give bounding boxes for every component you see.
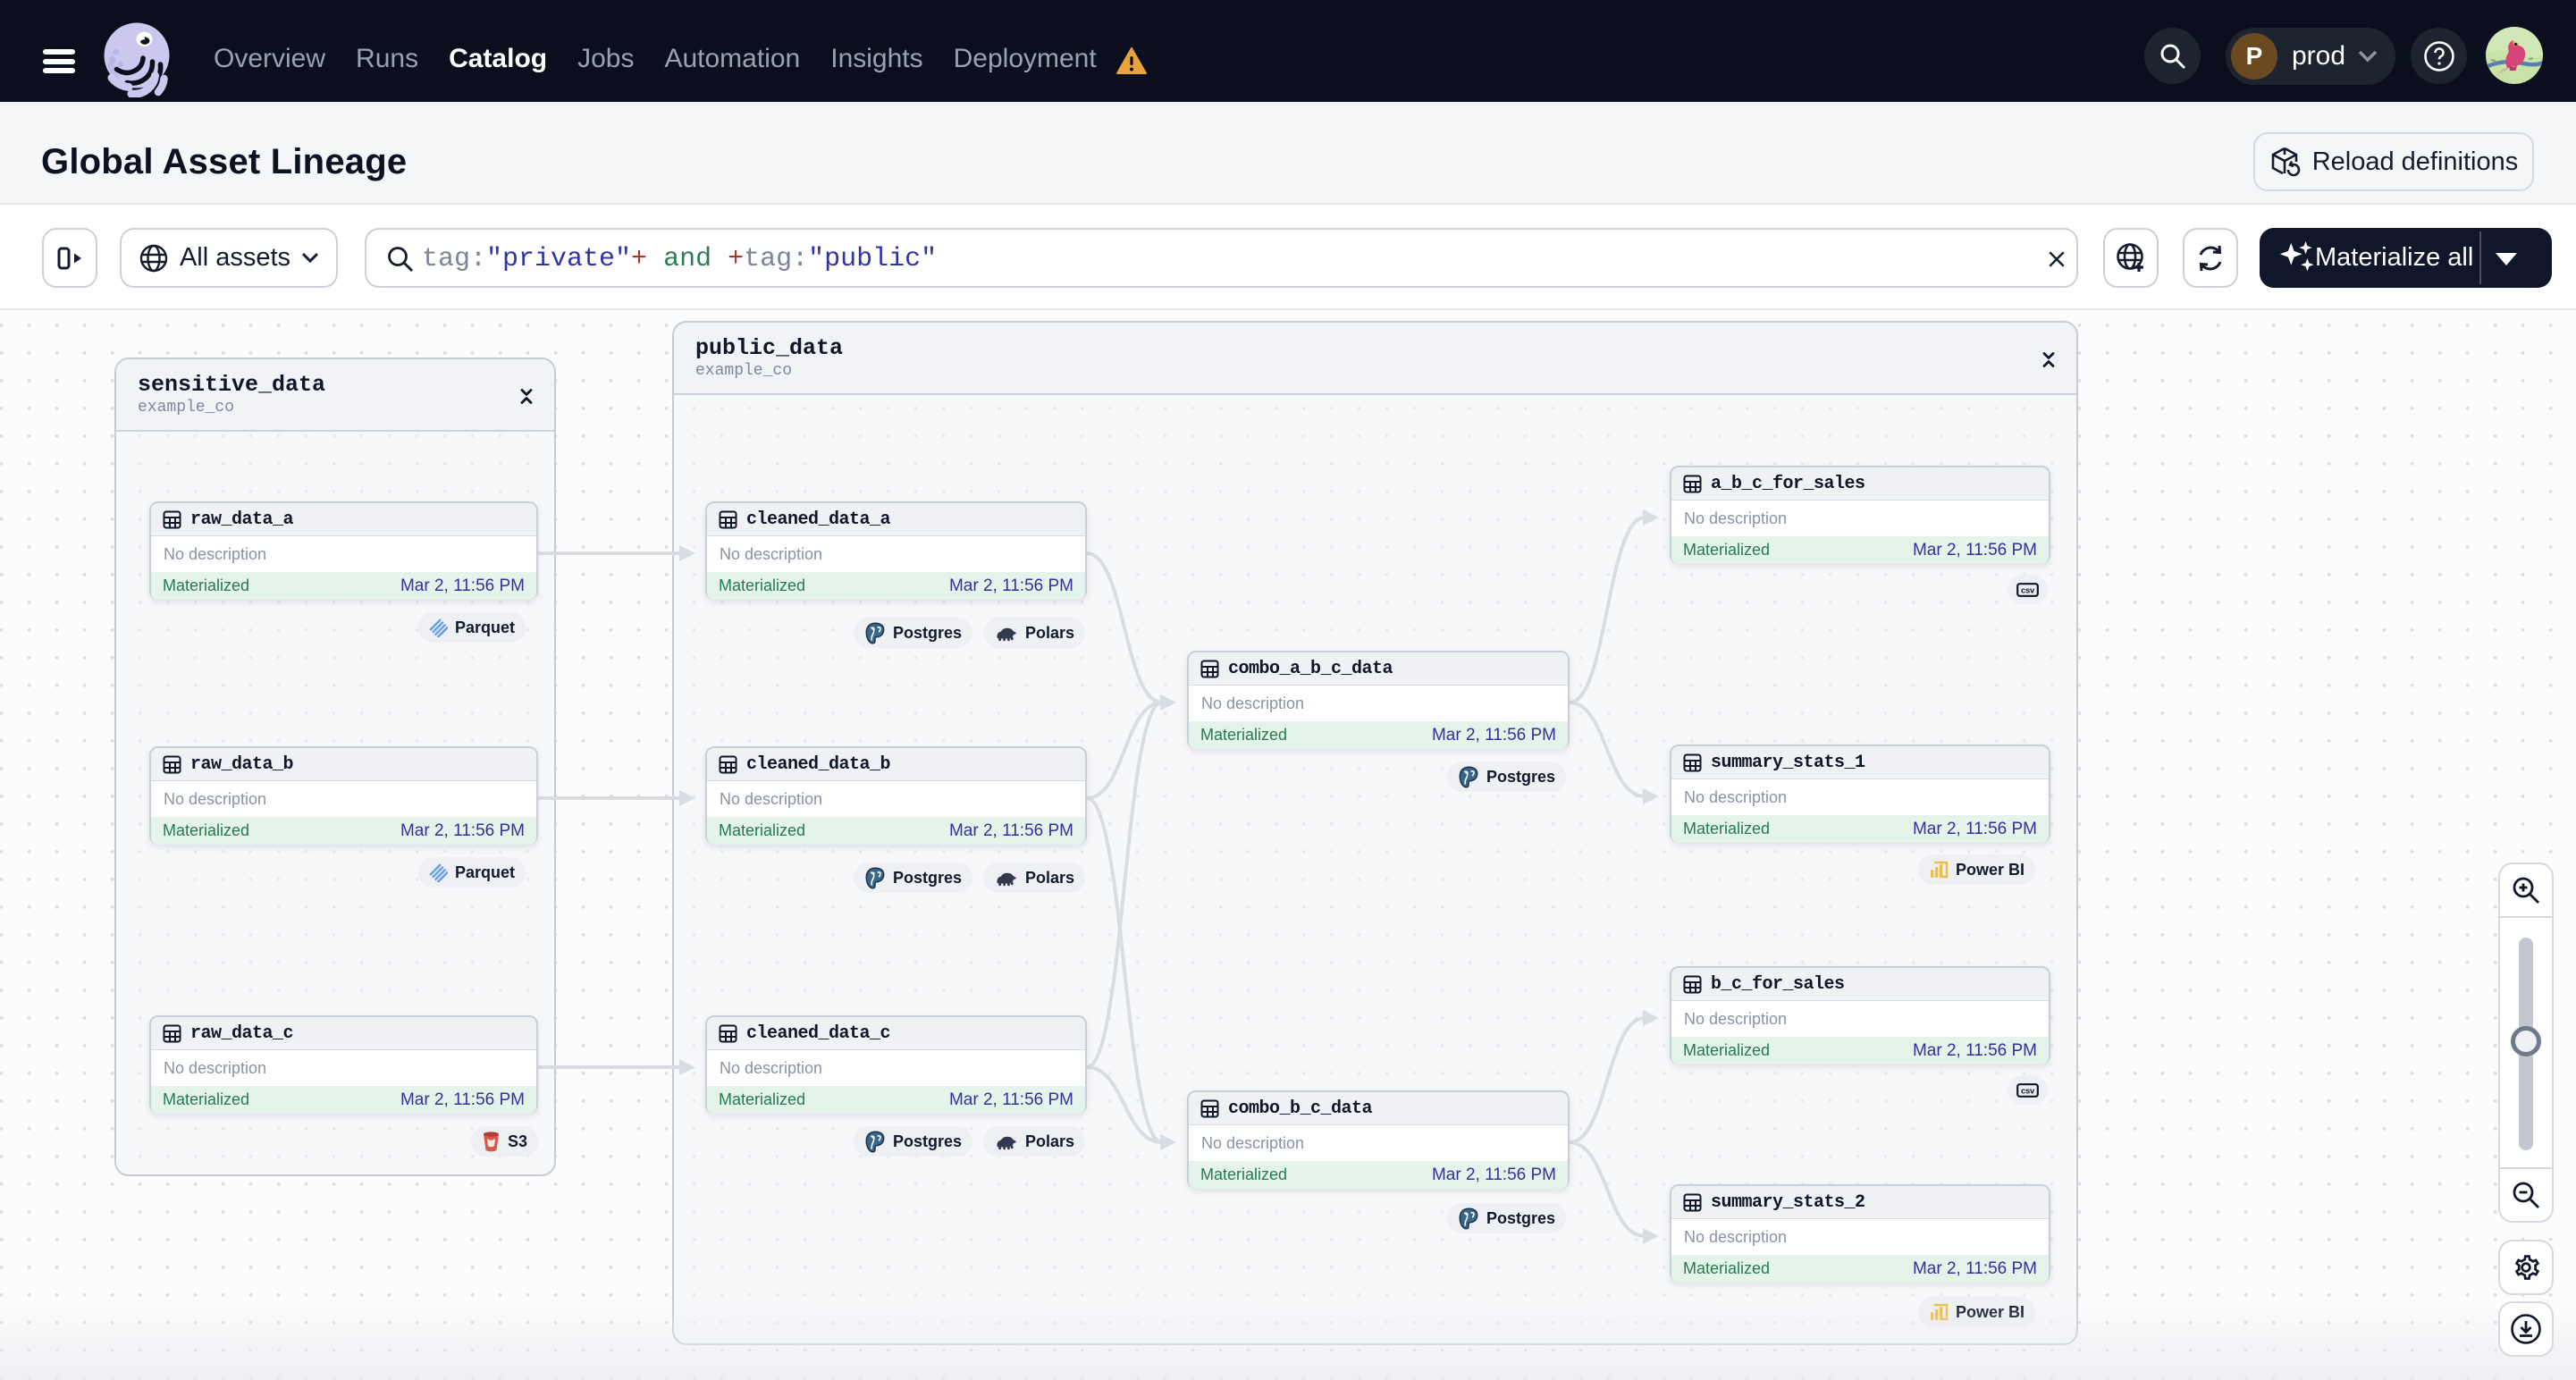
svg-text:csv: csv	[2021, 585, 2035, 595]
svg-text:csv: csv	[2021, 1086, 2035, 1096]
